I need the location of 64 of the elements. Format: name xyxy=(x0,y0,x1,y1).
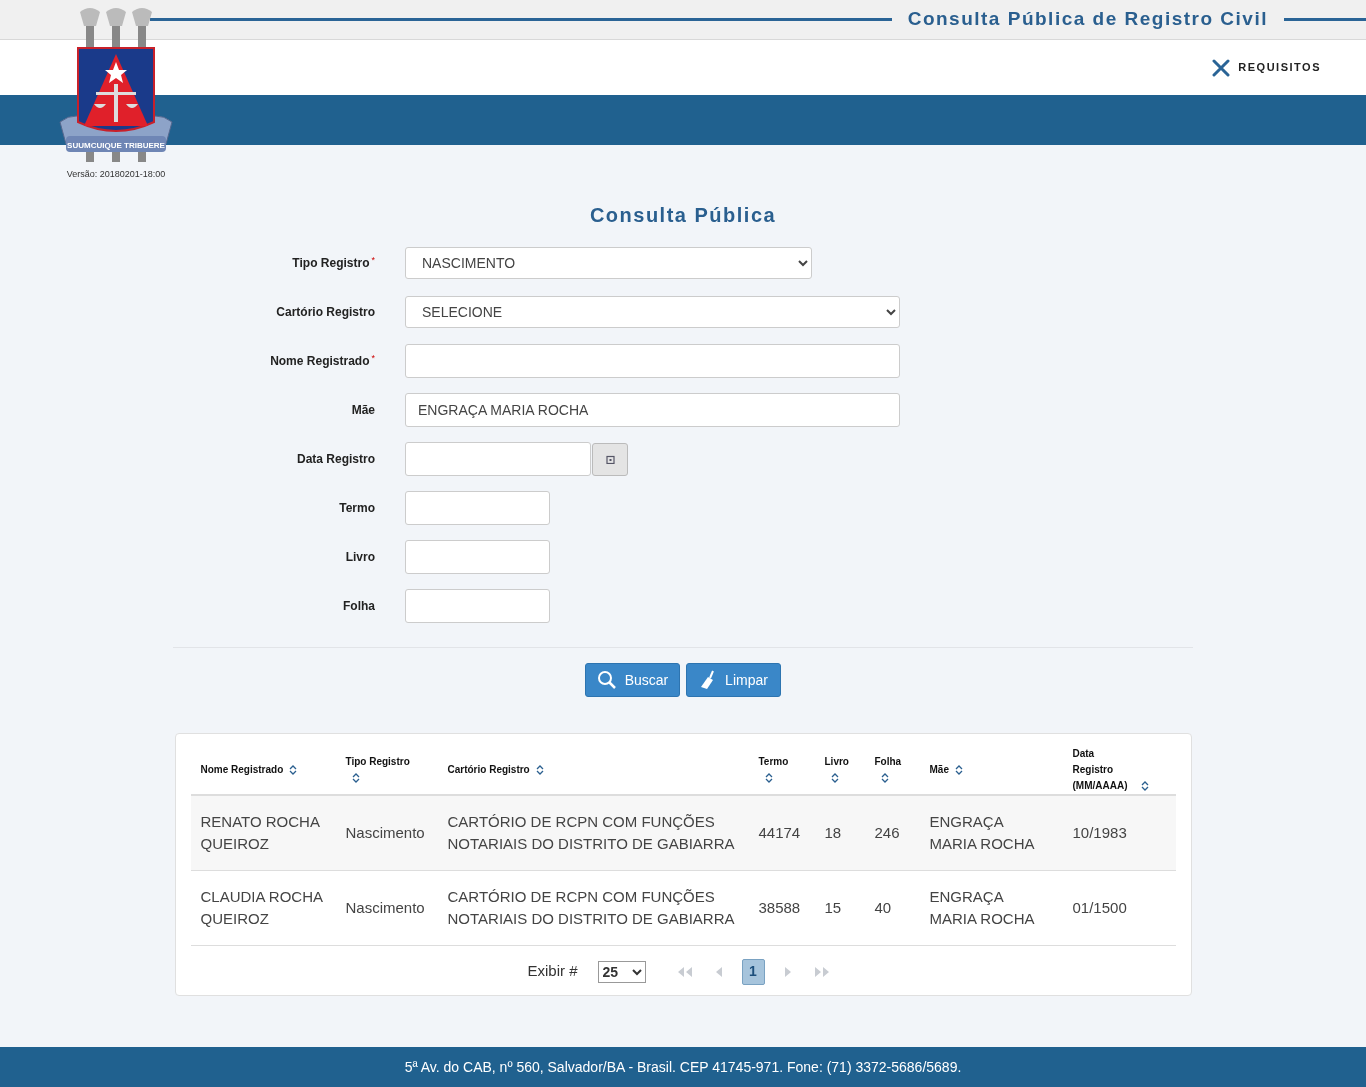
field-label: Mãe xyxy=(351,402,375,419)
table-cell: 01/1500 xyxy=(1072,898,1127,916)
column-header[interactable]: Mãe xyxy=(929,764,949,775)
text-field[interactable] xyxy=(405,344,900,378)
table-cell: 18 xyxy=(824,823,842,841)
field-label: Livro xyxy=(345,549,375,566)
page-size-label: Exibir # xyxy=(527,961,578,982)
text-field[interactable]: ENGRAÇA MARIA ROCHA xyxy=(405,393,900,427)
required-marker: * xyxy=(371,352,375,365)
table-cell: ENGRAÇA MARIA ROCHA xyxy=(929,887,1035,927)
table-cell: 15 xyxy=(824,898,842,916)
date-field[interactable] xyxy=(405,442,591,476)
footer-text: 5ª Av. do CAB, nº 560, Salvador/BA - Brasil. CEP 41745-971. Fone: (71) 3372-5686/5689. xyxy=(404,1057,962,1077)
action-button[interactable]: Limpar xyxy=(686,663,781,697)
table-cell: CLAUDIA ROCHA QUEIROZ xyxy=(200,887,323,927)
sort-icon[interactable] xyxy=(351,773,360,784)
page-title: Consulta Pública xyxy=(589,203,777,228)
table-cell: ENGRAÇA MARIA ROCHA xyxy=(929,812,1035,852)
calendar-button[interactable] xyxy=(592,442,628,476)
select-field[interactable]: NASCIMENTO xyxy=(405,247,812,279)
field-label: Tipo Registro xyxy=(292,255,370,272)
table-cell: CARTÓRIO DE RCPN COM FUNÇÕES NOTARIAIS DO DISTRITO DE GABIARRA xyxy=(447,812,735,852)
sort-icon[interactable] xyxy=(535,765,544,776)
field-label: Cartório Registro xyxy=(276,304,375,321)
column-header[interactable]: Termo xyxy=(758,756,789,767)
table-cell: 40 xyxy=(874,898,892,916)
column-header[interactable]: Livro xyxy=(824,756,849,767)
select-field[interactable]: SELECIONE xyxy=(405,296,900,328)
field-label: Termo xyxy=(339,500,375,517)
column-header[interactable]: Cartório Registro xyxy=(447,764,530,775)
column-header[interactable]: Nome Registrado xyxy=(200,764,284,775)
required-marker: * xyxy=(371,254,375,267)
version-text: Versão: 20180201-18:00 xyxy=(66,168,166,181)
field-label: Folha xyxy=(343,598,375,615)
field-label: Nome Registrado xyxy=(270,353,370,370)
column-header[interactable]: Folha xyxy=(874,756,902,767)
sort-icon[interactable] xyxy=(289,765,298,776)
calendar-icon xyxy=(605,454,615,464)
sort-icon[interactable] xyxy=(830,773,839,784)
sort-icon[interactable] xyxy=(880,773,889,784)
table-cell: Nascimento xyxy=(345,823,425,841)
text-field[interactable] xyxy=(405,589,550,623)
motto-text: SUUMCUIQUE TRIBUERE xyxy=(66,140,166,152)
sort-icon[interactable] xyxy=(1140,781,1149,792)
page-button[interactable]: 1 xyxy=(741,958,765,985)
action-button[interactable]: Buscar xyxy=(585,663,680,697)
sort-icon[interactable] xyxy=(764,773,773,784)
field-label: Data Registro xyxy=(296,451,375,468)
table-cell: 10/1983 xyxy=(1072,823,1127,841)
requisitos-link[interactable]: REQUISITOS xyxy=(1212,58,1321,77)
table-cell: RENATO ROCHA QUEIROZ xyxy=(200,812,320,852)
table-cell: 246 xyxy=(874,823,900,841)
text-field[interactable] xyxy=(405,540,550,574)
column-header[interactable]: Tipo Registro xyxy=(345,756,410,767)
column-header[interactable]: Data Registro (MM/AAAA) xyxy=(1072,746,1135,794)
site-title: Consulta Pública de Registro Civil xyxy=(906,7,1269,32)
page-size-select[interactable]: 25 xyxy=(597,960,646,983)
table-cell: 44174 xyxy=(758,823,801,841)
search-icon xyxy=(596,670,617,690)
text-field[interactable] xyxy=(405,491,550,525)
table-cell: Nascimento xyxy=(345,898,425,916)
table-cell: CARTÓRIO DE RCPN COM FUNÇÕES NOTARIAIS DO DISTRITO DE GABIARRA xyxy=(447,887,735,927)
table-cell: 38588 xyxy=(758,898,801,916)
sort-icon[interactable] xyxy=(954,765,963,776)
